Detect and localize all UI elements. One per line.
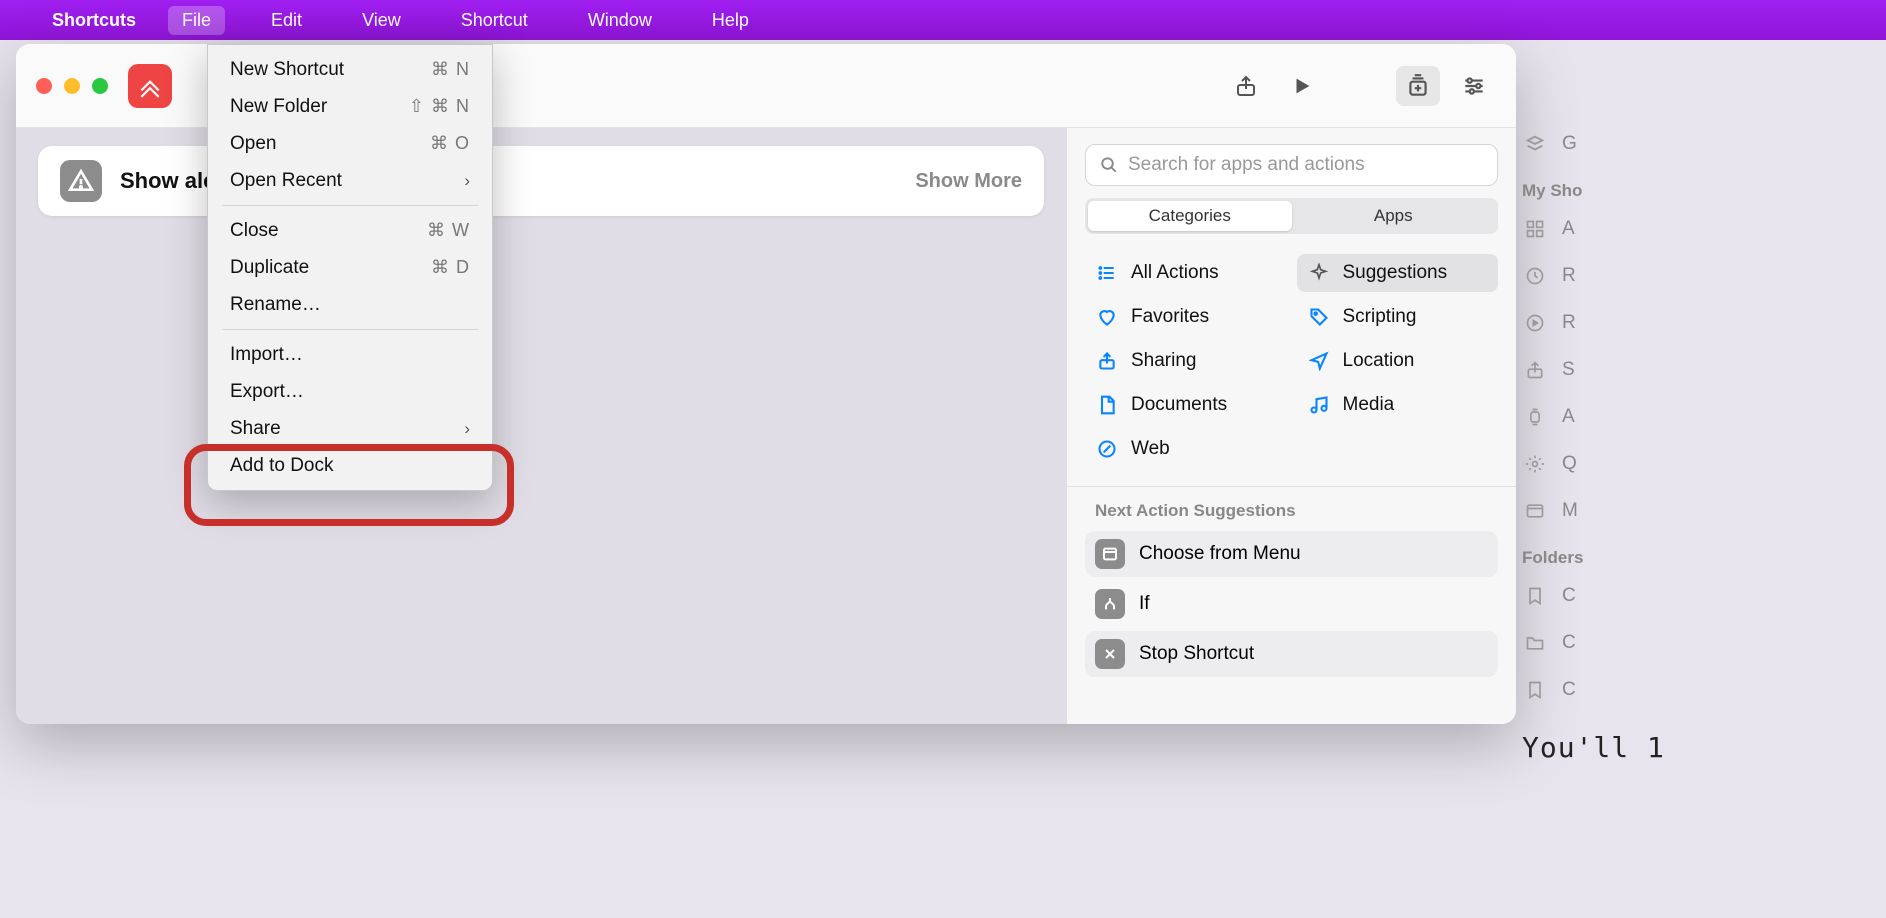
search-input[interactable]: Search for apps and actions bbox=[1085, 144, 1498, 186]
menubar-app-name[interactable]: Shortcuts bbox=[52, 10, 136, 31]
category-grid: All Actions Suggestions Favorites Script… bbox=[1067, 248, 1516, 486]
bg-row[interactable]: R bbox=[1516, 299, 1886, 346]
menu-open[interactable]: Open⌘ O bbox=[208, 125, 492, 162]
bg-row[interactable]: A bbox=[1516, 393, 1886, 440]
library-panel: Search for apps and actions Categories A… bbox=[1066, 128, 1516, 724]
category-location[interactable]: Location bbox=[1297, 342, 1499, 380]
window-minimize-button[interactable] bbox=[64, 78, 80, 94]
alert-icon bbox=[60, 160, 102, 202]
bg-row[interactable]: R bbox=[1516, 252, 1886, 299]
bg-row[interactable]: C bbox=[1516, 572, 1886, 619]
menubar-item-shortcut[interactable]: Shortcut bbox=[447, 6, 542, 35]
menubar-item-help[interactable]: Help bbox=[698, 6, 763, 35]
editor-canvas[interactable]: Show aler Show More bbox=[16, 128, 1066, 724]
menubar: Shortcuts File Edit View Shortcut Window… bbox=[0, 0, 1886, 40]
folder-icon bbox=[1522, 633, 1548, 653]
x-icon bbox=[1095, 639, 1125, 669]
gear-icon bbox=[1522, 454, 1548, 474]
chevron-right-icon: › bbox=[464, 419, 470, 439]
menu-export[interactable]: Export… bbox=[208, 373, 492, 410]
search-placeholder: Search for apps and actions bbox=[1128, 154, 1365, 176]
menu-add-to-dock[interactable]: Add to Dock bbox=[208, 447, 492, 484]
music-note-icon bbox=[1307, 395, 1331, 415]
run-button[interactable] bbox=[1280, 66, 1324, 106]
heart-icon bbox=[1095, 307, 1119, 327]
category-web[interactable]: Web bbox=[1085, 430, 1287, 468]
menu-open-recent[interactable]: Open Recent› bbox=[208, 162, 492, 199]
menubar-item-edit[interactable]: Edit bbox=[257, 6, 316, 35]
bg-row[interactable]: Q bbox=[1516, 440, 1886, 487]
background-sidebar: G My Sho A R R S A Q M Folders C C C You… bbox=[1516, 120, 1886, 764]
menu-icon bbox=[1095, 539, 1125, 569]
shortcuts-app-icon bbox=[128, 64, 172, 108]
segmented-control: Categories Apps bbox=[1085, 198, 1498, 234]
bg-row[interactable]: M bbox=[1516, 487, 1886, 534]
suggestion-choose-from-menu[interactable]: Choose from Menu bbox=[1085, 531, 1498, 577]
segment-categories[interactable]: Categories bbox=[1088, 201, 1292, 231]
tag-icon bbox=[1307, 307, 1331, 327]
menubar-item-view[interactable]: View bbox=[348, 6, 415, 35]
menu-new-folder[interactable]: New Folder⇧ ⌘ N bbox=[208, 88, 492, 125]
doc-icon bbox=[1095, 395, 1119, 415]
bg-row[interactable]: C bbox=[1516, 666, 1886, 713]
stack-icon bbox=[1522, 133, 1548, 155]
chevron-right-icon: › bbox=[464, 171, 470, 191]
category-all-actions[interactable]: All Actions bbox=[1085, 254, 1287, 292]
category-documents[interactable]: Documents bbox=[1085, 386, 1287, 424]
bg-row[interactable]: G bbox=[1516, 120, 1886, 167]
library-toggle-button[interactable] bbox=[1396, 66, 1440, 106]
bg-row[interactable]: C bbox=[1516, 619, 1886, 666]
branch-icon bbox=[1095, 589, 1125, 619]
category-sharing[interactable]: Sharing bbox=[1085, 342, 1287, 380]
watch-icon bbox=[1522, 407, 1548, 427]
menubar-item-file[interactable]: File bbox=[168, 6, 225, 35]
show-more-button[interactable]: Show More bbox=[915, 170, 1022, 193]
share-button[interactable] bbox=[1224, 66, 1268, 106]
share-icon bbox=[1095, 351, 1119, 371]
menu-separator bbox=[222, 205, 478, 206]
menu-import[interactable]: Import… bbox=[208, 336, 492, 373]
category-favorites[interactable]: Favorites bbox=[1085, 298, 1287, 336]
sparkle-icon bbox=[1307, 263, 1331, 283]
suggestions-list: Choose from Menu If Stop Shortcut bbox=[1067, 531, 1516, 681]
grid-icon bbox=[1522, 219, 1548, 239]
window-maximize-button[interactable] bbox=[92, 78, 108, 94]
clock-icon bbox=[1522, 266, 1548, 286]
bg-row[interactable]: A bbox=[1516, 205, 1886, 252]
menu-close[interactable]: Close⌘ W bbox=[208, 212, 492, 249]
nav-icon bbox=[1307, 351, 1331, 371]
suggestion-stop-shortcut[interactable]: Stop Shortcut bbox=[1085, 631, 1498, 677]
menubar-item-window[interactable]: Window bbox=[574, 6, 666, 35]
action-card-show-alert[interactable]: Show aler Show More bbox=[38, 146, 1044, 216]
menu-duplicate[interactable]: Duplicate⌘ D bbox=[208, 249, 492, 286]
category-suggestions[interactable]: Suggestions bbox=[1297, 254, 1499, 292]
menu-new-shortcut[interactable]: New Shortcut⌘ N bbox=[208, 51, 492, 88]
menu-share[interactable]: Share› bbox=[208, 410, 492, 447]
bookmark-icon bbox=[1522, 586, 1548, 606]
traffic-lights bbox=[36, 78, 108, 94]
menu-rename[interactable]: Rename… bbox=[208, 286, 492, 323]
bookmark-icon bbox=[1522, 680, 1548, 700]
window-close-button[interactable] bbox=[36, 78, 52, 94]
bg-header: Folders bbox=[1516, 534, 1886, 572]
bg-text: You'll 1 bbox=[1516, 713, 1886, 764]
bg-row[interactable]: S bbox=[1516, 346, 1886, 393]
category-scripting[interactable]: Scripting bbox=[1297, 298, 1499, 336]
category-media[interactable]: Media bbox=[1297, 386, 1499, 424]
suggestions-header: Next Action Suggestions bbox=[1067, 501, 1516, 531]
safari-icon bbox=[1095, 439, 1119, 459]
window-icon bbox=[1522, 501, 1548, 521]
play-circle-icon bbox=[1522, 313, 1548, 333]
list-icon bbox=[1095, 263, 1119, 283]
file-menu-dropdown: New Shortcut⌘ N New Folder⇧ ⌘ N Open⌘ O … bbox=[207, 44, 493, 491]
bg-header: My Sho bbox=[1516, 167, 1886, 205]
suggestion-if[interactable]: If bbox=[1085, 581, 1498, 627]
segment-apps[interactable]: Apps bbox=[1292, 201, 1496, 231]
settings-toggle-button[interactable] bbox=[1452, 66, 1496, 106]
share-icon bbox=[1522, 360, 1548, 380]
menu-separator bbox=[222, 329, 478, 330]
